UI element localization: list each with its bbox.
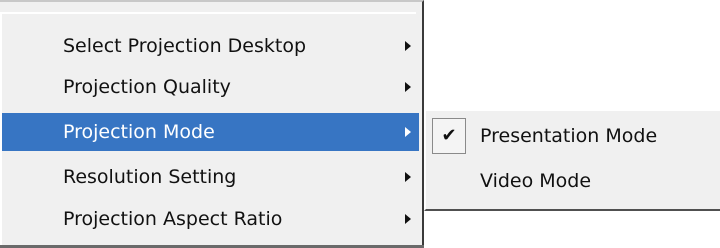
submenu-arrow-icon (405, 127, 411, 137)
menu-item-projection-mode[interactable]: Projection Mode (2, 113, 419, 151)
submenu-arrow-icon (405, 41, 411, 51)
menu-item-label: Resolution Setting (63, 166, 237, 188)
submenu-item-presentation-mode[interactable]: ✔ Presentation Mode (430, 116, 716, 156)
menu-item-label: Projection Aspect Ratio (63, 208, 283, 230)
context-menu: Select Projection Desktop Projection Qua… (0, 0, 424, 248)
submenu-item-label: Video Mode (480, 170, 592, 192)
menu-item-label: Projection Mode (63, 121, 215, 143)
checkmark-icon: ✔ (432, 118, 466, 154)
menu-item-label: Projection Quality (63, 76, 231, 98)
submenu-arrow-icon (405, 214, 411, 224)
desktop-background: Select Projection Desktop Projection Qua… (0, 0, 720, 248)
menu-top-highlight (0, 12, 416, 14)
projection-mode-submenu: ✔ Presentation Mode Video Mode (424, 109, 720, 211)
submenu-item-video-mode[interactable]: Video Mode (430, 161, 716, 201)
submenu-arrow-icon (405, 82, 411, 92)
menu-item-projection-aspect-ratio[interactable]: Projection Aspect Ratio (2, 200, 419, 238)
menu-item-select-projection-desktop[interactable]: Select Projection Desktop (2, 27, 419, 65)
submenu-arrow-icon (405, 172, 411, 182)
menu-item-label: Select Projection Desktop (63, 35, 307, 57)
submenu-item-label: Presentation Mode (480, 125, 658, 147)
menu-item-resolution-setting[interactable]: Resolution Setting (2, 158, 419, 196)
menu-item-projection-quality[interactable]: Projection Quality (2, 68, 419, 106)
